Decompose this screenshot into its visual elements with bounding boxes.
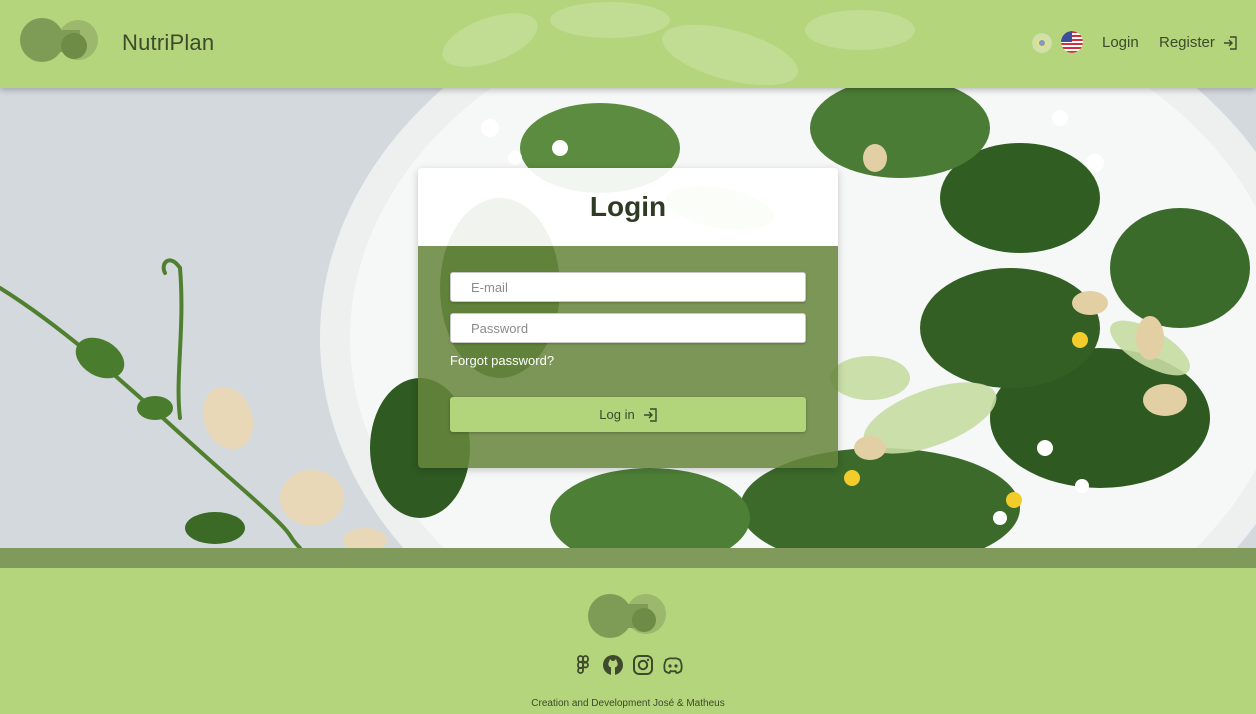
login-form: Forgot password? Log in [418,246,838,468]
login-submit-button[interactable]: Log in [450,397,806,432]
email-input[interactable] [450,272,806,302]
nav-login-link[interactable]: Login [1102,34,1139,51]
footer-divider-band [0,548,1256,568]
password-input[interactable] [450,313,806,343]
brazil-flag-icon[interactable] [1032,33,1052,53]
login-submit-label: Log in [599,407,635,422]
login-card-header: Login [418,168,838,246]
footer-credit: Creation and Development José & Matheus [531,698,725,709]
github-icon[interactable] [602,654,624,676]
login-card: Login Forgot password? Log in [418,168,838,468]
usa-flag-icon[interactable] [1061,31,1083,53]
brand-name[interactable]: NutriPlan [122,30,214,56]
top-navbar: NutriPlan Login Register [0,0,1256,88]
sign-in-icon [1223,35,1237,50]
nutriplan-logo[interactable] [18,16,100,64]
footer-nutriplan-logo[interactable] [586,590,670,640]
sign-in-icon [643,407,657,422]
forgot-password-link[interactable]: Forgot password? [450,353,554,368]
nav-register-link[interactable]: Register [1159,34,1237,51]
instagram-icon[interactable] [632,654,654,676]
discord-icon[interactable] [662,654,684,676]
figma-icon[interactable] [572,654,594,676]
login-title: Login [589,191,667,222]
footer: Creation and Development José & Matheus [0,568,1256,714]
header-background-leaves [442,2,915,86]
nav-register-label: Register [1159,34,1215,51]
